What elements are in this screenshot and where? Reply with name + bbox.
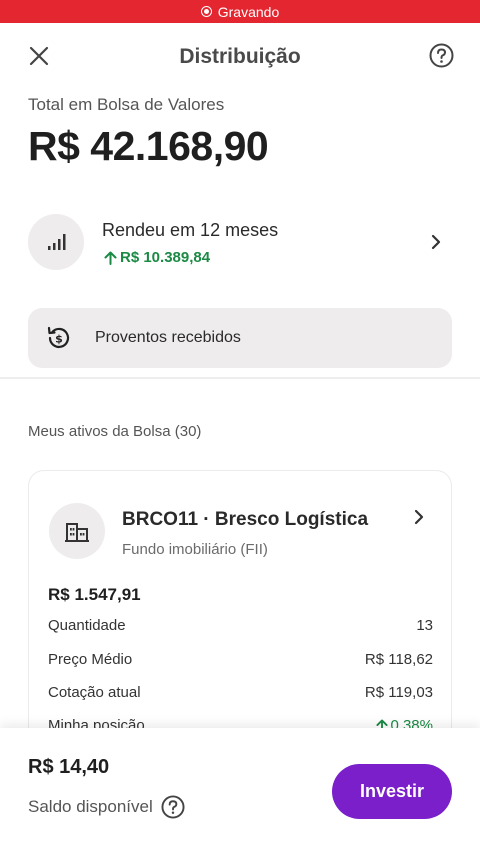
yield-row[interactable]: Rendeu em 12 meses R$ 10.389,84 xyxy=(28,214,452,272)
header: Distribuição xyxy=(0,23,480,89)
asset-row-value: R$ 118,62 xyxy=(364,651,433,668)
proventos-label: Proventos recebidos xyxy=(95,329,241,346)
asset-row-label: Cotação atual xyxy=(48,684,141,701)
help-icon[interactable] xyxy=(161,795,185,819)
arrow-up-icon xyxy=(104,251,117,265)
asset-name: BRCO11 · Bresco Logística xyxy=(122,509,369,530)
asset-row-quantity: Quantidade 13 xyxy=(48,617,433,634)
asset-row-label: Preço Médio xyxy=(48,651,133,668)
signal-bars-icon xyxy=(48,234,66,250)
recording-label: Gravando xyxy=(217,3,280,20)
asset-card[interactable]: BRCO11 · Bresco Logística Fundo imobiliá… xyxy=(28,470,452,770)
yield-value-wrap: R$ 10.389,84 xyxy=(104,249,210,266)
recording-indicator-bar: Gravando xyxy=(0,0,480,23)
total-value: R$ 42.168,90 xyxy=(28,123,269,169)
record-icon xyxy=(200,6,212,17)
balance-label: Saldo disponível xyxy=(28,797,153,816)
help-icon xyxy=(429,43,454,68)
bottom-action-bar: R$ 14,40 Saldo disponível Investir xyxy=(0,728,480,854)
svg-text:$: $ xyxy=(55,333,63,346)
asset-row-value: 13 xyxy=(416,617,433,634)
help-button[interactable] xyxy=(429,43,454,68)
dollar-history-icon: $ xyxy=(47,326,70,348)
chevron-right-icon xyxy=(414,509,424,525)
building-icon xyxy=(65,523,89,542)
section-divider xyxy=(0,377,480,379)
asset-row-value: R$ 119,03 xyxy=(364,684,433,701)
chevron-right-icon xyxy=(431,234,441,250)
asset-row-label: Quantidade xyxy=(48,617,126,634)
balance-label-wrap: Saldo disponível xyxy=(28,795,185,819)
asset-row-current-quote: Cotação atual R$ 119,03 xyxy=(48,684,433,701)
asset-row-average-price: Preço Médio R$ 118,62 xyxy=(48,651,433,668)
asset-icon-circle xyxy=(49,503,105,559)
yield-icon-circle xyxy=(28,214,84,270)
invest-button[interactable]: Investir xyxy=(332,764,452,819)
page-title: Distribuição xyxy=(179,45,301,68)
yield-title: Rendeu em 12 meses xyxy=(102,220,279,240)
total-label: Total em Bolsa de Valores xyxy=(28,95,225,114)
balance-value: R$ 14,40 xyxy=(28,756,110,778)
proventos-button[interactable]: $ Proventos recebidos xyxy=(28,308,452,368)
asset-type: Fundo imobiliário (FII) xyxy=(122,541,268,558)
asset-total-value: R$ 1.547,91 xyxy=(48,585,141,604)
yield-value: R$ 10.389,84 xyxy=(120,249,211,266)
assets-section-title: Meus ativos da Bolsa (30) xyxy=(28,423,202,440)
